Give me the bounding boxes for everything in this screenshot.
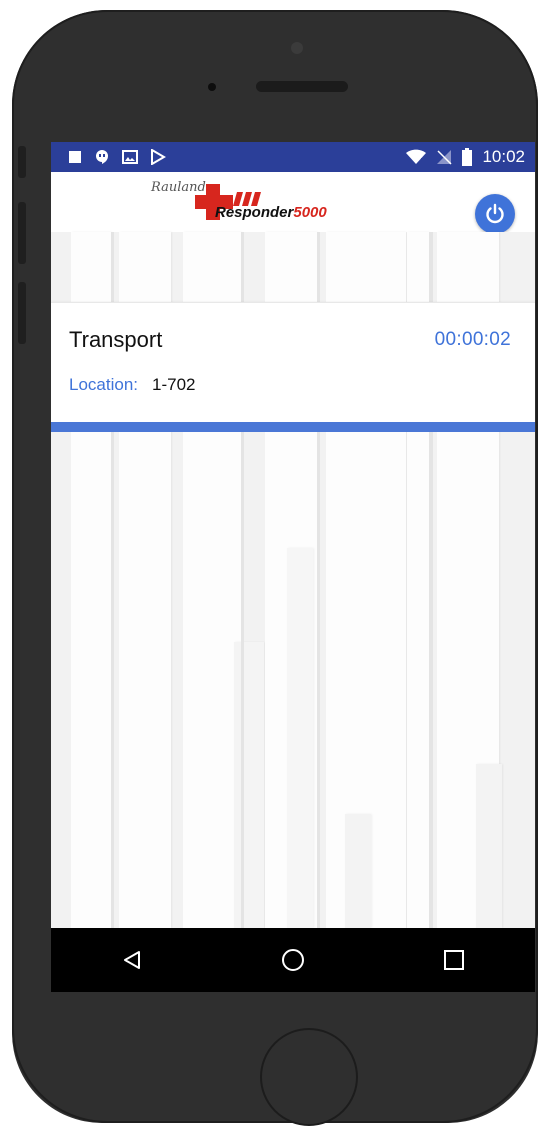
battery-icon [462, 148, 473, 166]
power-button[interactable] [475, 194, 515, 234]
logo-product-name: Responder5000 [215, 204, 327, 221]
back-button[interactable] [102, 930, 162, 990]
image-icon [122, 150, 138, 164]
no-signal-icon [436, 149, 452, 165]
front-camera [291, 42, 303, 54]
bg-pillar [476, 764, 502, 928]
bg-pillar [287, 548, 313, 928]
elapsed-timer: 00:00:02 [434, 329, 511, 350]
wifi-icon [406, 149, 427, 165]
device-screen: 10:02 Rauland Responder5000 Transport 00… [51, 142, 535, 992]
transport-card[interactable]: Transport 00:00:02 Location: 1-702 [51, 302, 535, 423]
card-title: Transport [69, 327, 163, 352]
back-icon [121, 949, 143, 971]
logo-number: 5000 [293, 204, 327, 221]
card-accent-bar [51, 422, 535, 432]
home-icon [281, 948, 305, 972]
navigation-bar [51, 928, 535, 992]
recents-button[interactable] [424, 930, 484, 990]
bg-pillar [345, 814, 371, 928]
logo-product: Responder [215, 204, 294, 221]
phone-home-button[interactable] [260, 1028, 358, 1126]
location-label: Location: [69, 375, 138, 394]
mute-switch [18, 146, 26, 178]
app-bar: Rauland Responder5000 [51, 172, 535, 234]
location-value: 1-702 [152, 375, 196, 394]
earpiece-speaker [256, 81, 348, 92]
home-button[interactable] [263, 930, 323, 990]
play-store-icon [150, 149, 166, 165]
volume-up-button [18, 202, 26, 264]
rauland-responder-logo: Rauland Responder5000 [145, 176, 365, 228]
status-bar: 10:02 [51, 142, 535, 172]
bg-pillar [234, 642, 264, 928]
recents-icon [444, 950, 465, 970]
hangouts-icon [94, 149, 110, 165]
stop-icon [68, 150, 82, 164]
status-time: 10:02 [482, 147, 525, 166]
power-icon [484, 203, 506, 225]
volume-down-button [18, 282, 26, 344]
proximity-sensor [208, 83, 216, 91]
